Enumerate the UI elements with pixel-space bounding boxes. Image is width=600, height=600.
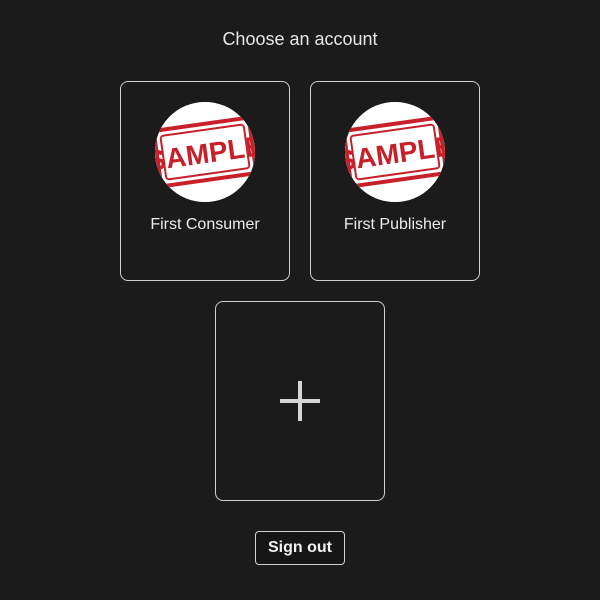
- plus-icon: [280, 381, 320, 421]
- account-card-first-publisher[interactable]: SAMPLE First Publisher: [310, 81, 480, 281]
- account-chooser: Choose an account SAMPLE First Consumer: [0, 0, 600, 600]
- account-card-first-consumer[interactable]: SAMPLE First Consumer: [120, 81, 290, 281]
- sample-stamp-icon: SAMPLE: [155, 102, 255, 202]
- sample-stamp-icon: SAMPLE: [345, 102, 445, 202]
- account-name: First Publisher: [343, 216, 447, 233]
- account-name: First Consumer: [150, 216, 260, 233]
- avatar: SAMPLE: [345, 102, 445, 202]
- avatar: SAMPLE: [155, 102, 255, 202]
- sign-out-button[interactable]: Sign out: [255, 531, 345, 565]
- add-account-button[interactable]: [215, 301, 385, 501]
- page-title: Choose an account: [222, 29, 378, 49]
